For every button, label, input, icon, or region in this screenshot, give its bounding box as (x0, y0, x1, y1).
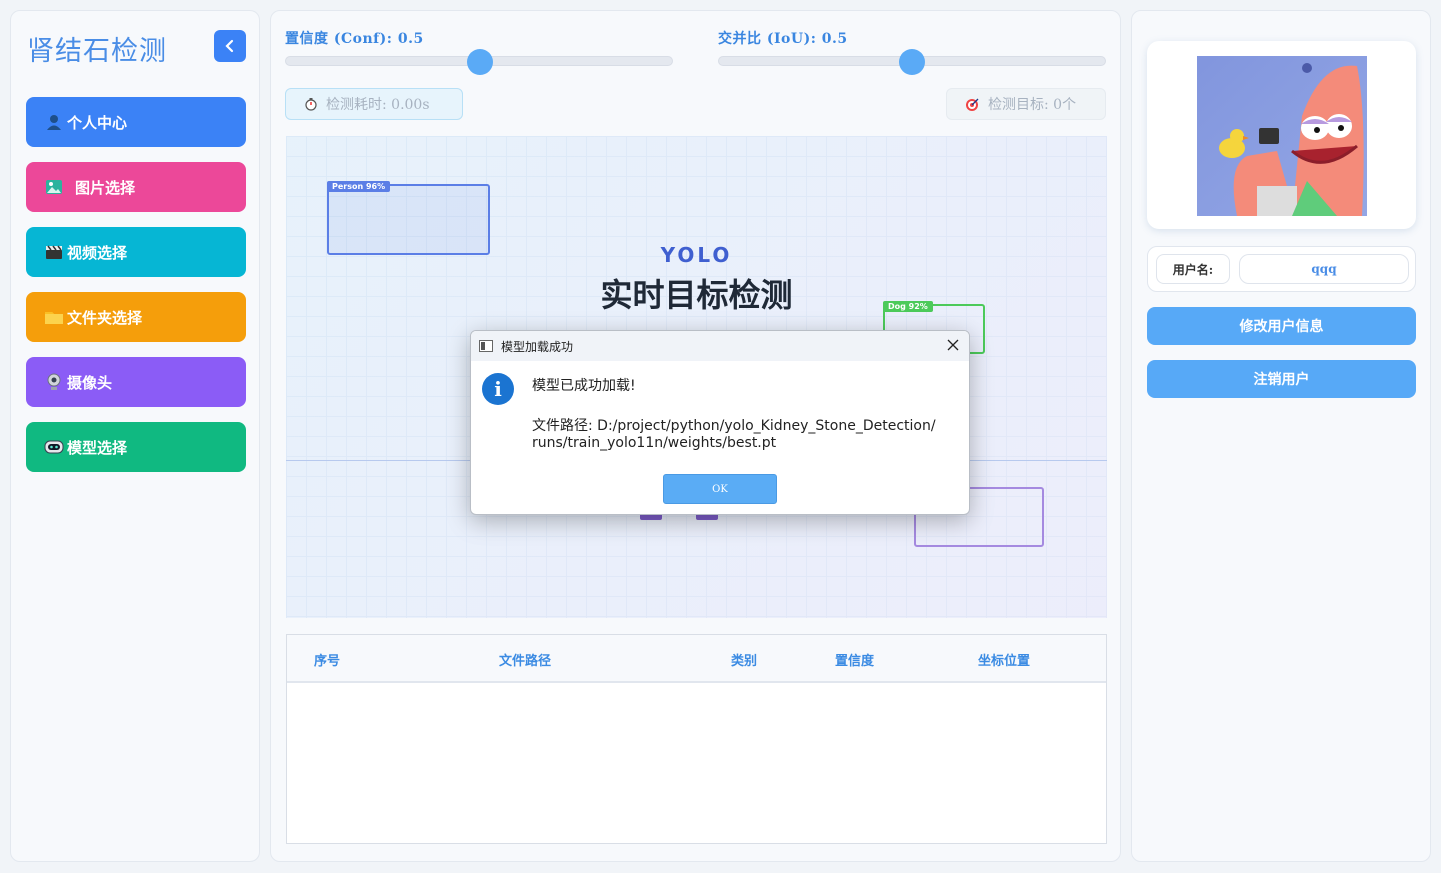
nav-folder-select-button[interactable]: 文件夹选择 (26, 292, 246, 342)
dialog-title: 模型加载成功 (501, 339, 574, 354)
col-header-confidence[interactable]: 置信度 (835, 650, 874, 669)
nav-label: 视频选择 (67, 243, 128, 262)
close-icon[interactable] (945, 337, 961, 353)
image-icon (44, 177, 64, 197)
col-header-index[interactable]: 序号 (314, 650, 340, 669)
avatar (1197, 56, 1367, 216)
detection-time-text: 检测耗时: 0.00s (326, 97, 430, 113)
username-label: 用户名: (1156, 254, 1230, 284)
dialog-titlebar[interactable]: 模型加载成功 (471, 331, 969, 361)
nav-video-select-button[interactable]: 视频选择 (26, 227, 246, 277)
preview-headline: 实时目标检测 (600, 276, 793, 314)
conf-slider-thumb[interactable] (467, 49, 493, 75)
col-header-position[interactable]: 坐标位置 (978, 650, 1030, 669)
avatar-card (1147, 41, 1416, 229)
iou-label: 交并比 (IoU): 0.5 (718, 31, 848, 47)
ok-button[interactable]: OK (663, 474, 777, 504)
nav-label: 摄像头 (67, 373, 113, 392)
collapse-sidebar-button[interactable] (214, 30, 246, 62)
logout-button[interactable]: 注销用户 (1147, 360, 1416, 398)
user-panel: 用户名: qqq 修改用户信息 注销用户 (1131, 10, 1431, 862)
col-header-class[interactable]: 类别 (731, 650, 757, 669)
folder-icon (44, 307, 64, 327)
nav-personal-center-button[interactable]: 个人中心 (26, 97, 246, 147)
robot-icon (44, 437, 64, 457)
detection-target-text: 检测目标: 0个 (988, 97, 1077, 113)
target-icon (965, 97, 980, 112)
table-header: 序号 文件路径 类别 置信度 坐标位置 (287, 635, 1106, 683)
nav-label: 模型选择 (67, 438, 128, 457)
detection-time-stat: 检测耗时: 0.00s (285, 88, 463, 120)
dialog-message: 模型已成功加载! (532, 378, 636, 394)
col-header-path[interactable]: 文件路径 (499, 650, 551, 669)
preview-brand: YOLO (660, 243, 733, 267)
nav-label: 个人中心 (67, 113, 128, 132)
user-icon (44, 112, 64, 132)
webcam-icon (44, 372, 64, 392)
nav-label: 文件夹选择 (67, 308, 143, 327)
clapperboard-icon (44, 242, 64, 262)
model-loaded-dialog: 模型加载成功 i 模型已成功加载! 文件路径: D:/project/pytho… (470, 330, 970, 515)
nav-label: 图片选择 (75, 178, 136, 197)
stopwatch-icon (304, 97, 318, 111)
bbox-label: Person 96% (327, 181, 391, 192)
username-row: 用户名: qqq (1147, 246, 1416, 292)
info-icon: i (482, 373, 514, 405)
edit-user-button[interactable]: 修改用户信息 (1147, 307, 1416, 345)
nav-model-select-button[interactable]: 模型选择 (26, 422, 246, 472)
conf-label: 置信度 (Conf): 0.5 (285, 31, 424, 47)
dialog-path-line1: 文件路径: D:/project/python/yolo_Kidney_Ston… (532, 418, 936, 434)
sidebar: 肾结石检测 个人中心 图片选择 视频选择 文件夹选择 摄像头 模型选择 (10, 10, 260, 862)
detection-target-stat: 检测目标: 0个 (946, 88, 1106, 120)
chevron-left-icon (225, 39, 234, 53)
window-icon (479, 340, 493, 352)
username-field[interactable]: qqq (1239, 254, 1409, 284)
iou-slider-thumb[interactable] (899, 49, 925, 75)
nav-webcam-button[interactable]: 摄像头 (26, 357, 246, 407)
nav-image-select-button[interactable]: 图片选择 (26, 162, 246, 212)
results-table: 序号 文件路径 类别 置信度 坐标位置 (286, 634, 1107, 844)
app-title: 肾结石检测 (27, 36, 167, 67)
dialog-path-line2: runs/train_yolo11n/weights/best.pt (532, 435, 777, 451)
